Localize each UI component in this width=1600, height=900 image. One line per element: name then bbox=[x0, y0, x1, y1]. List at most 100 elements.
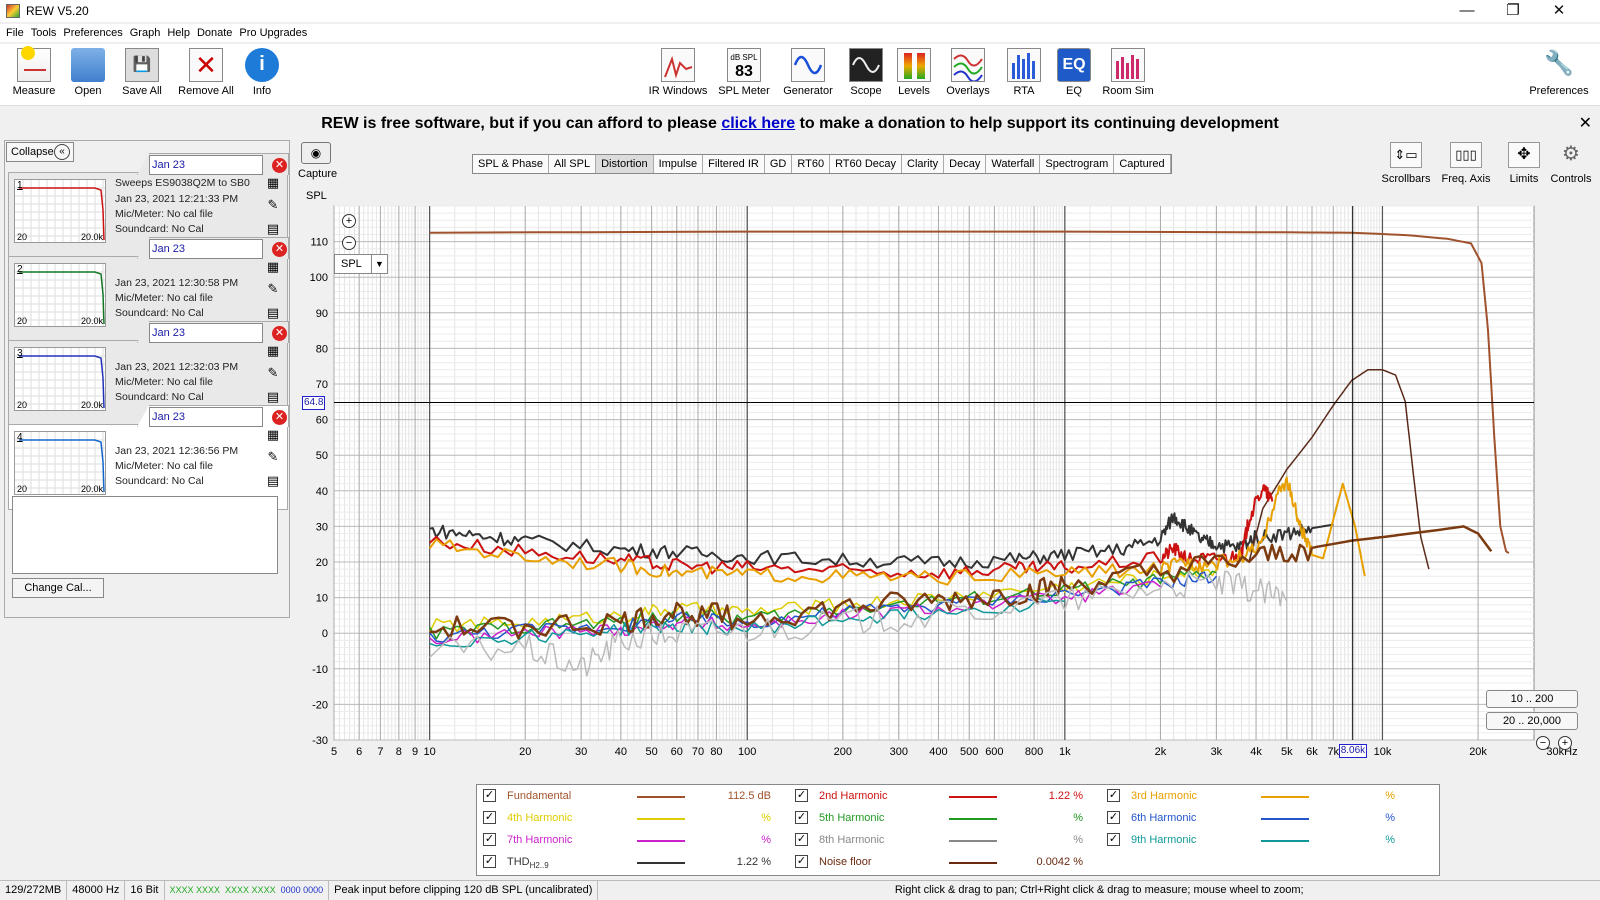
delete-measurement-icon[interactable]: ✕ bbox=[272, 158, 287, 173]
eq-button[interactable]: EQ EQ bbox=[1044, 48, 1104, 97]
range-10-200-button[interactable]: 10 .. 200 bbox=[1486, 690, 1578, 708]
pencil-icon[interactable]: ✎ bbox=[265, 281, 281, 297]
range-20-20000-button[interactable]: 20 .. 20,000 bbox=[1486, 712, 1578, 730]
menu-tools[interactable]: Tools bbox=[31, 27, 57, 39]
measurement-thumbnail[interactable]: 4 20 20.0k bbox=[14, 431, 106, 495]
scrollbars-button[interactable]: ⇕▭ Scrollbars bbox=[1378, 142, 1434, 185]
capture-button[interactable]: ◉ Capture bbox=[298, 142, 337, 180]
legend-checkbox[interactable]: ✓ bbox=[483, 811, 496, 824]
legend-value: 112.5 dB bbox=[727, 790, 771, 802]
menu-help[interactable]: Help bbox=[167, 27, 190, 39]
wrench-icon: 🔧 bbox=[1544, 50, 1574, 77]
pencil-icon[interactable]: ✎ bbox=[265, 197, 281, 213]
measurement-thumbnail[interactable]: 1 20 20.0k bbox=[14, 179, 106, 243]
import-icon[interactable]: ▦ bbox=[265, 343, 281, 359]
generator-button[interactable]: Generator bbox=[778, 48, 838, 97]
menu-preferences[interactable]: Preferences bbox=[63, 27, 122, 39]
measurement-name-field[interactable]: Jan 23 bbox=[149, 323, 263, 343]
spl-meter-button[interactable]: dB SPL 83 SPL Meter bbox=[714, 48, 774, 97]
collapse-button[interactable]: Collapse « bbox=[6, 142, 74, 162]
notes-icon[interactable]: ▤ bbox=[265, 305, 281, 321]
tab-captured[interactable]: Captured bbox=[1114, 155, 1171, 173]
spl-select[interactable]: SPL ▼ bbox=[334, 254, 388, 274]
notes-icon[interactable]: ▤ bbox=[265, 389, 281, 405]
notes-area[interactable] bbox=[12, 496, 278, 574]
tab-all-spl[interactable]: All SPL bbox=[549, 155, 597, 173]
x-tick-label: 500 bbox=[960, 746, 978, 758]
x-tick-label: 2k bbox=[1155, 746, 1167, 758]
legend-checkbox[interactable]: ✓ bbox=[795, 833, 808, 846]
zoom-in-x-icon[interactable]: + bbox=[1558, 736, 1572, 750]
tab-impulse[interactable]: Impulse bbox=[653, 155, 704, 173]
controls-button[interactable]: ⚙ Controls bbox=[1546, 142, 1596, 185]
rew-app: REW V5.20 — ❐ ✕ File Tools Preferences G… bbox=[0, 0, 1600, 900]
levels-button[interactable]: Levels bbox=[884, 48, 944, 97]
pencil-icon[interactable]: ✎ bbox=[265, 449, 281, 465]
freq-axis-button[interactable]: ▯▯▯ Freq. Axis bbox=[1438, 142, 1494, 185]
plot-area bbox=[333, 205, 1535, 741]
tab-waterfall[interactable]: Waterfall bbox=[986, 155, 1041, 173]
x-tick-label: 800 bbox=[1025, 746, 1043, 758]
menu-pro-upgrades[interactable]: Pro Upgrades bbox=[239, 27, 307, 39]
tab-distortion[interactable]: Distortion bbox=[596, 155, 654, 173]
legend-checkbox[interactable]: ✓ bbox=[1107, 789, 1120, 802]
distortion-graph[interactable]: 1101009080706050403020100-10-20-305 6 7 8 9 1… bbox=[296, 186, 1600, 764]
change-cal-button[interactable]: Change Cal... bbox=[12, 578, 104, 598]
info-button[interactable]: i Info bbox=[232, 48, 292, 97]
legend-checkbox[interactable]: ✓ bbox=[795, 811, 808, 824]
notes-icon[interactable]: ▤ bbox=[265, 473, 281, 489]
limits-button[interactable]: ✥ Limits bbox=[1496, 142, 1552, 185]
room-sim-button[interactable]: Room Sim bbox=[1098, 48, 1158, 97]
menu-graph[interactable]: Graph bbox=[130, 27, 161, 39]
donate-link[interactable]: click here bbox=[721, 115, 795, 132]
measurement-thumbnail[interactable]: 2 20 20.0k bbox=[14, 263, 106, 327]
preferences-button[interactable]: 🔧 Preferences bbox=[1526, 48, 1592, 97]
delete-measurement-icon[interactable]: ✕ bbox=[272, 242, 287, 257]
tab-rt60[interactable]: RT60 bbox=[792, 155, 831, 173]
legend-checkbox[interactable]: ✓ bbox=[483, 833, 496, 846]
delete-measurement-icon[interactable]: ✕ bbox=[272, 326, 287, 341]
menu-file[interactable]: File bbox=[6, 27, 24, 39]
measure-button[interactable]: Measure bbox=[4, 46, 64, 97]
zoom-out-icon[interactable]: − bbox=[342, 236, 356, 250]
tab-decay[interactable]: Decay bbox=[944, 155, 987, 173]
measurement-name-field[interactable]: Jan 23 bbox=[149, 407, 263, 427]
open-button[interactable]: Open bbox=[58, 48, 118, 97]
ir-windows-button[interactable]: IR Windows bbox=[648, 48, 708, 97]
legend-checkbox[interactable]: ✓ bbox=[1107, 811, 1120, 824]
legend-checkbox[interactable]: ✓ bbox=[483, 855, 496, 868]
tab-spl-phase[interactable]: SPL & Phase bbox=[473, 155, 550, 173]
notes-icon[interactable]: ▤ bbox=[265, 221, 281, 237]
zoom-out-x-icon[interactable]: − bbox=[1536, 736, 1550, 750]
measurement-name-field[interactable]: Jan 23 bbox=[149, 155, 263, 175]
legend-line bbox=[637, 818, 685, 820]
info-icon: i bbox=[245, 48, 279, 82]
overlays-button[interactable]: Overlays bbox=[938, 48, 998, 97]
tab-clarity[interactable]: Clarity bbox=[902, 155, 945, 173]
zoom-in-icon[interactable]: + bbox=[342, 214, 356, 228]
close-window-button[interactable]: ✕ bbox=[1536, 0, 1582, 22]
legend-checkbox[interactable]: ✓ bbox=[483, 789, 496, 802]
measurement-thumbnail[interactable]: 3 20 20.0k bbox=[14, 347, 106, 411]
import-icon[interactable]: ▦ bbox=[265, 259, 281, 275]
import-icon[interactable]: ▦ bbox=[265, 427, 281, 443]
legend-checkbox[interactable]: ✓ bbox=[795, 855, 808, 868]
tab-spectrogram[interactable]: Spectrogram bbox=[1040, 155, 1115, 173]
import-icon[interactable]: ▦ bbox=[265, 175, 281, 191]
x-tick-label: 70 bbox=[692, 746, 704, 758]
menu-donate[interactable]: Donate bbox=[197, 27, 232, 39]
delete-measurement-icon[interactable]: ✕ bbox=[272, 410, 287, 425]
minimize-button[interactable]: — bbox=[1444, 0, 1490, 22]
remove-all-button[interactable]: ✕ Remove All bbox=[176, 48, 236, 97]
legend-checkbox[interactable]: ✓ bbox=[795, 789, 808, 802]
tab-gd[interactable]: GD bbox=[764, 155, 793, 173]
pencil-icon[interactable]: ✎ bbox=[265, 365, 281, 381]
close-banner-icon[interactable]: ✕ bbox=[1579, 110, 1592, 138]
tab-filtered-ir[interactable]: Filtered IR bbox=[703, 155, 765, 173]
save-all-button[interactable]: 💾 Save All bbox=[112, 48, 172, 97]
tab-rt60-decay[interactable]: RT60 Decay bbox=[830, 155, 902, 173]
measurement-name-field[interactable]: Jan 23 bbox=[149, 239, 263, 259]
legend-checkbox[interactable]: ✓ bbox=[1107, 833, 1120, 846]
y-tick-label: 20 bbox=[316, 557, 328, 569]
maximize-button[interactable]: ❐ bbox=[1490, 0, 1536, 22]
